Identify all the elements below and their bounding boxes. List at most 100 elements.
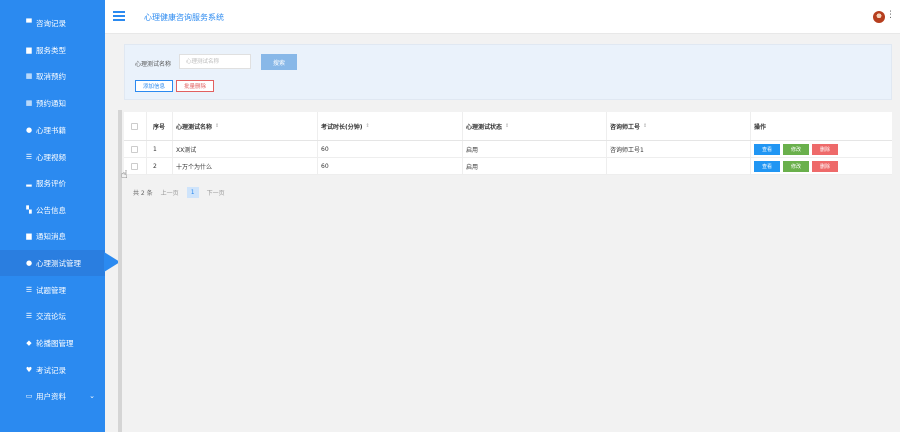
sidebar-item[interactable]: ▀ 咨询记录 <box>0 10 105 36</box>
column-header[interactable]: 咨询师工号 ⇕ <box>610 112 647 140</box>
column-header[interactable]: 考试时长(分钟) ⇕ <box>321 112 370 140</box>
table-cell-name: 十万个为什么 <box>176 163 213 171</box>
more-icon[interactable]: ⋮ <box>886 10 895 20</box>
table-cell-index: 1 <box>153 145 157 153</box>
sort-icon[interactable]: ⇕ <box>215 123 219 129</box>
table-row: 1 XX测试 60 启用 咨询师工号1 查看 修改 删除 <box>124 141 892 158</box>
user-icon: ● <box>25 126 33 134</box>
thumb-icon: ◆ <box>26 339 32 347</box>
sidebar-item[interactable]: ● 心理测试管理 <box>0 250 105 276</box>
edit-button[interactable]: 修改 <box>783 160 809 172</box>
sidebar-item-label: 用户资料 <box>36 391 66 401</box>
column-divider <box>750 141 751 157</box>
avatar[interactable] <box>873 11 885 23</box>
briefcase-icon: ▆ <box>26 46 32 54</box>
sidebar: ▀ 咨询记录 ▆ 服务类型 ▦ 取消预约 ▦ 预约通知 ● 心理书籍 ☰ 心理视频 ▂ 服务评价 ▚ 公告信息… <box>0 0 105 432</box>
column-header-label: 考试时长(分钟) <box>321 123 363 131</box>
trophy-icon: ♥ <box>25 366 33 374</box>
sort-icon[interactable]: ⇕ <box>505 123 509 129</box>
column-divider <box>146 112 147 140</box>
column-header-label: 心理测试名称 <box>176 123 213 131</box>
select-all-cell <box>131 112 138 140</box>
column-divider <box>606 141 607 157</box>
search-button[interactable]: 搜索 <box>261 54 297 70</box>
batch-delete-button[interactable]: 批量删除 <box>176 80 214 92</box>
edit-button[interactable]: 修改 <box>783 143 809 155</box>
column-divider <box>606 158 607 174</box>
select-all-checkbox[interactable] <box>131 122 138 130</box>
sidebar-item-label: 心理书籍 <box>36 125 66 135</box>
menu-toggle-icon[interactable] <box>113 11 125 21</box>
sidebar-item[interactable]: ☰ 心理视频 <box>0 144 105 170</box>
row-actions: 查看 修改 删除 <box>754 158 841 174</box>
sidebar-item[interactable]: ▦ 预约通知 <box>0 90 105 116</box>
row-actions: 查看 修改 删除 <box>754 141 841 157</box>
column-divider <box>462 158 463 174</box>
search-panel: 心理测试名称 搜索 添加信息 批量删除 <box>124 44 892 100</box>
list-icon: ☰ <box>25 312 33 320</box>
pager-next[interactable]: 下一页 <box>207 188 225 197</box>
search-label: 心理测试名称 <box>135 61 172 68</box>
column-divider <box>317 112 318 140</box>
column-divider <box>172 141 173 157</box>
column-divider <box>750 158 751 174</box>
pager-current[interactable]: 1 <box>186 187 199 198</box>
sort-icon[interactable]: ⇕ <box>643 123 647 129</box>
column-divider <box>146 141 147 157</box>
scroll-track <box>118 110 122 432</box>
table-header-row: 序号 心理测试名称 ⇕ 考试时长(分钟) ⇕ 心理测试状态 ⇕ 咨询师工号 ⇕ 操作 <box>124 112 892 141</box>
sidebar-item[interactable]: ● 心理书籍 <box>0 117 105 143</box>
sidebar-item-label: 服务评价 <box>36 178 66 188</box>
column-divider <box>606 112 607 140</box>
list-icon: ☰ <box>25 286 33 294</box>
column-divider <box>462 112 463 140</box>
pagination: 共 2 条 上一页 1 下一页 <box>133 187 225 198</box>
row-checkbox[interactable] <box>131 145 138 153</box>
table-cell-name: XX测试 <box>176 146 197 154</box>
row-checkbox[interactable] <box>131 162 138 170</box>
sidebar-item[interactable]: ☰ 试题管理 <box>0 277 105 303</box>
sidebar-item[interactable]: ☰ 交流论坛 <box>0 303 105 329</box>
column-header-label: 咨询师工号 <box>610 123 641 131</box>
column-header-label: 序号 <box>153 123 166 131</box>
column-divider <box>317 141 318 157</box>
sidebar-item[interactable]: ▂ 服务评价 <box>0 170 105 196</box>
hand-cursor-icon: ☝ <box>121 168 128 181</box>
sort-icon[interactable]: ⇕ <box>366 123 370 129</box>
table-cell-duration: 60 <box>321 162 329 170</box>
sidebar-item[interactable]: ▆ 服务类型 <box>0 37 105 63</box>
view-button[interactable]: 查看 <box>754 160 780 172</box>
column-header-label: 操作 <box>754 123 767 131</box>
sidebar-item-label: 交流论坛 <box>36 311 66 321</box>
folder-icon: ▭ <box>25 392 33 400</box>
sidebar-item[interactable]: ♥ 考试记录 <box>0 357 105 383</box>
sidebar-item[interactable]: ▆ 通知消息 <box>0 223 105 249</box>
table-cell-duration: 60 <box>321 145 329 153</box>
lock-icon: ▆ <box>26 232 32 240</box>
add-button[interactable]: 添加信息 <box>135 80 173 92</box>
delete-button[interactable]: 删除 <box>812 160 838 172</box>
column-divider <box>750 112 751 140</box>
sidebar-item-label: 心理测试管理 <box>36 258 81 268</box>
app-title: 心理健康咨询服务系统 <box>144 13 224 22</box>
sidebar-item-label: 轮播图管理 <box>36 338 74 348</box>
data-table: 序号 心理测试名称 ⇕ 考试时长(分钟) ⇕ 心理测试状态 ⇕ 咨询师工号 ⇕ 操作 1 XX测试 60… <box>124 112 892 175</box>
sidebar-item[interactable]: ▚ 公告信息 <box>0 197 105 223</box>
row-select-cell <box>131 141 138 157</box>
sidebar-item[interactable]: ▭ 用户资料 ⌄ <box>0 383 105 409</box>
sidebar-item[interactable]: ▦ 取消预约 <box>0 63 105 89</box>
sidebar-item[interactable]: ◆ 轮播图管理 <box>0 330 105 356</box>
sidebar-item-label: 取消预约 <box>36 71 66 81</box>
table-cell-status: 启用 <box>466 146 479 154</box>
row-select-cell <box>131 158 138 174</box>
search-input[interactable] <box>179 54 251 69</box>
delete-button[interactable]: 删除 <box>812 143 838 155</box>
column-header[interactable]: 心理测试名称 ⇕ <box>176 112 219 140</box>
chevron-down-icon: ⌄ <box>89 392 95 400</box>
sidebar-item-label: 考试记录 <box>36 365 66 375</box>
pager-prev[interactable]: 上一页 <box>161 188 179 197</box>
sidebar-item-label: 预约通知 <box>36 98 66 108</box>
bulb-icon: ● <box>25 259 33 267</box>
column-header[interactable]: 心理测试状态 ⇕ <box>466 112 509 140</box>
view-button[interactable]: 查看 <box>754 143 780 155</box>
